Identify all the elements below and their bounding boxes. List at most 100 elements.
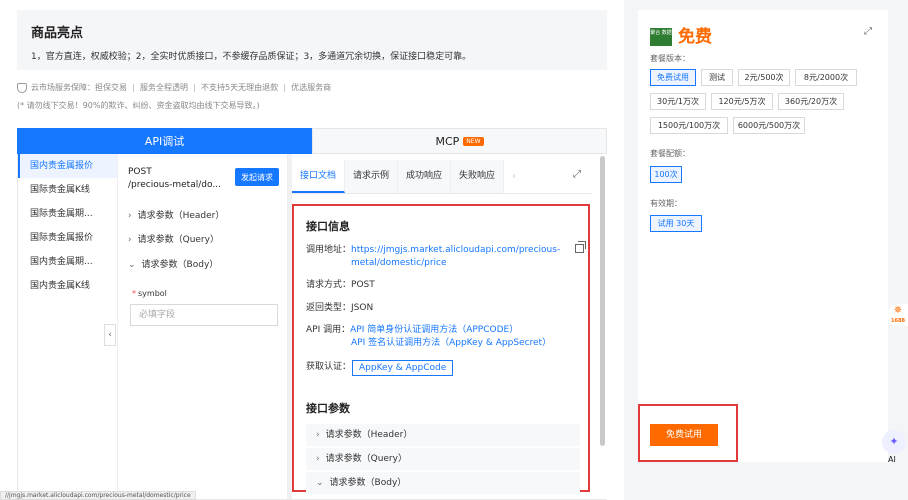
price-title: 免费	[678, 27, 712, 47]
chevron-down-icon: ⌄	[316, 478, 324, 488]
doc-param-body[interactable]: ⌄ 请求参数（Body）	[306, 472, 580, 494]
param-body-toggle[interactable]: ⌄ 请求参数（Body）	[128, 257, 218, 270]
symbol-label-text: symbol	[138, 289, 167, 298]
param-body-label: 请求参数（Body）	[141, 260, 219, 270]
chevron-right-icon: ›	[316, 430, 320, 440]
info-title: 接口信息	[306, 220, 350, 233]
symbol-input[interactable]: 必填字段	[130, 304, 278, 326]
guarantee-item: 不支持5天无理由退款	[201, 83, 279, 92]
quota-label: 套餐配额：	[650, 149, 690, 158]
url-link[interactable]: https://jmgjs.market.alicloudapi.com/pre…	[351, 245, 560, 255]
highlights-text: 1，官方直连，权威校验；2，全实时优质接口，不参缓存品质保证；3，多通道冗余切换…	[31, 52, 472, 62]
api-debug-panel: 国内贵金属报价 国际贵金属K线 国际贵金属期... 国际贵金属报价 国内贵金属期…	[17, 154, 607, 500]
api-list-item[interactable]: 国际贵金属K线	[18, 178, 117, 202]
version-option[interactable]: 测试	[701, 69, 733, 86]
api-call-row: API 调用：API 简单身份认证调用方法（APPCODE） API 签名认证调…	[306, 324, 551, 350]
version-option[interactable]: 免费试用	[650, 69, 696, 86]
chevron-left-icon[interactable]: ‹	[504, 160, 524, 193]
chevron-right-icon: ›	[128, 211, 132, 221]
params-title: 接口参数	[306, 402, 350, 415]
request-endpoint: POST /precious-metal/do...	[128, 166, 221, 192]
appcode-link[interactable]: API 简单身份认证调用方法（APPCODE）	[350, 325, 518, 335]
tab-api-label: API调试	[144, 135, 185, 148]
version-option[interactable]: 2元/500次	[738, 69, 790, 86]
return-row: 返回类型：JSON	[306, 302, 373, 315]
symbol-label: * symbol	[132, 289, 167, 298]
validity-option[interactable]: 试用 30天	[650, 215, 702, 232]
tab-api-debug[interactable]: API调试	[17, 128, 312, 154]
free-trial-button[interactable]: 免费试用	[650, 424, 718, 446]
api-doc-panel: 接口文档 请求示例 成功响应 失败响应 ‹ ⤢ 接口信息 调用地址：https:…	[292, 154, 607, 499]
doc-param-header-label: 请求参数（Header）	[325, 430, 413, 440]
version-option[interactable]: 120元/5万次	[711, 93, 773, 110]
doc-param-query[interactable]: › 请求参数（Query）	[306, 448, 580, 470]
ai-assistant-icon[interactable]: ✦	[882, 430, 906, 454]
url-link-cont[interactable]: metal/domestic/price	[351, 258, 447, 268]
tab-request-example[interactable]: 请求示例	[345, 160, 399, 193]
guarantee-label: 云市场服务保障：	[31, 83, 95, 92]
main-tabs: API调试 MCP NEW	[17, 128, 607, 154]
api-list-item[interactable]: 国内贵金属K线	[18, 274, 117, 298]
method-row: 请求方式：POST	[306, 279, 375, 292]
appkey-link[interactable]: API 签名认证调用方法（AppKey & AppSecret）	[351, 338, 551, 348]
api-list-item[interactable]: 国际贵金属报价	[18, 226, 117, 250]
chevron-down-icon: ⌄	[128, 260, 136, 270]
collapse-left-icon[interactable]: ‹	[104, 324, 116, 346]
doc-param-query-label: 请求参数（Query）	[325, 454, 407, 464]
method-label: 请求方式：	[306, 280, 352, 290]
tab-mcp[interactable]: MCP NEW	[312, 128, 607, 154]
shield-icon	[17, 82, 27, 93]
param-header-toggle[interactable]: › 请求参数（Header）	[128, 208, 224, 221]
param-header-label: 请求参数（Header）	[137, 211, 225, 221]
url-row: 调用地址：https://jmgjs.market.alicloudapi.co…	[306, 244, 560, 270]
vendor-logo: 聚合 数据	[650, 28, 672, 46]
service-guarantee: 云市场服务保障： 担保交易 服务全程透明 不支持5天无理由退款 优选服务商	[17, 82, 331, 93]
offline-warning: (* 请勿线下交易！90%的欺诈、纠纷、资金盗取均由线下交易导致。)	[17, 101, 260, 110]
fullscreen-icon[interactable]: ⤢	[864, 26, 872, 37]
side-1688-badge[interactable]: ✵ 1688	[888, 304, 908, 326]
new-badge: NEW	[463, 136, 484, 146]
tab-failure-response[interactable]: 失败响应	[451, 160, 505, 193]
tab-api-doc[interactable]: 接口文档	[292, 160, 346, 193]
chevron-right-icon: ›	[316, 454, 320, 464]
appkey-appcode-button[interactable]: AppKey & AppCode	[352, 360, 454, 376]
api-list: 国内贵金属报价 国际贵金属K线 国际贵金属期... 国际贵金属报价 国内贵金属期…	[18, 154, 118, 499]
guarantee-item: 优选服务商	[291, 83, 332, 92]
api-list-item[interactable]: 国际贵金属期...	[18, 202, 117, 226]
api-call-label: API 调用：	[306, 325, 351, 335]
tab-mcp-label: MCP	[435, 134, 460, 148]
param-query-toggle[interactable]: › 请求参数（Query）	[128, 232, 219, 245]
return-value: JSON	[351, 303, 374, 313]
highlights-section: 商品亮点 1，官方直连，权威校验；2，全实时优质接口，不参缓存品质保证；3，多通…	[17, 10, 607, 70]
ai-label[interactable]: AI	[888, 455, 896, 464]
version-option[interactable]: 8元/2000次	[795, 69, 857, 86]
version-option[interactable]: 30元/1万次	[650, 93, 706, 110]
tab-success-response[interactable]: 成功响应	[398, 160, 452, 193]
guarantee-item: 担保交易	[95, 83, 127, 92]
version-option[interactable]: 1500元/100万次	[650, 117, 728, 134]
version-option[interactable]: 360元/20万次	[778, 93, 844, 110]
url-label: 调用地址：	[306, 245, 352, 255]
purchase-card: 聚合 数据 免费 ⤢ 套餐版本： 免费试用 测试 2元/500次 8元/2000…	[638, 10, 888, 462]
request-path: /precious-metal/do...	[128, 180, 221, 190]
request-params-panel: POST /precious-metal/do... 发起请求 › 请求参数（He…	[118, 154, 288, 499]
auth-label: 获取认证：	[306, 362, 352, 372]
copy-icon[interactable]	[575, 241, 586, 253]
side-badge-label: 1688	[891, 318, 905, 324]
version-option[interactable]: 6000元/500万次	[733, 117, 805, 134]
quota-option[interactable]: 100次	[650, 166, 682, 183]
send-request-button[interactable]: 发起请求	[235, 168, 279, 186]
scrollbar[interactable]	[600, 156, 605, 446]
doc-param-header[interactable]: › 请求参数（Header）	[306, 424, 580, 446]
doc-tabs: 接口文档 请求示例 成功响应 失败响应 ‹	[292, 160, 592, 194]
guarantee-item: 服务全程透明	[140, 83, 188, 92]
param-query-label: 请求参数（Query）	[137, 235, 219, 245]
expand-icon[interactable]: ⤢	[573, 169, 581, 180]
status-bar-url: //jmgjs.market.alicloudapi.com/precious-…	[0, 491, 196, 500]
api-list-item[interactable]: 国内贵金属报价	[18, 154, 117, 178]
return-label: 返回类型：	[306, 303, 352, 313]
api-list-item[interactable]: 国内贵金属期...	[18, 250, 117, 274]
chevron-right-icon: ›	[128, 235, 132, 245]
validity-label: 有效期：	[650, 199, 682, 208]
doc-param-body-label: 请求参数（Body）	[329, 478, 407, 488]
